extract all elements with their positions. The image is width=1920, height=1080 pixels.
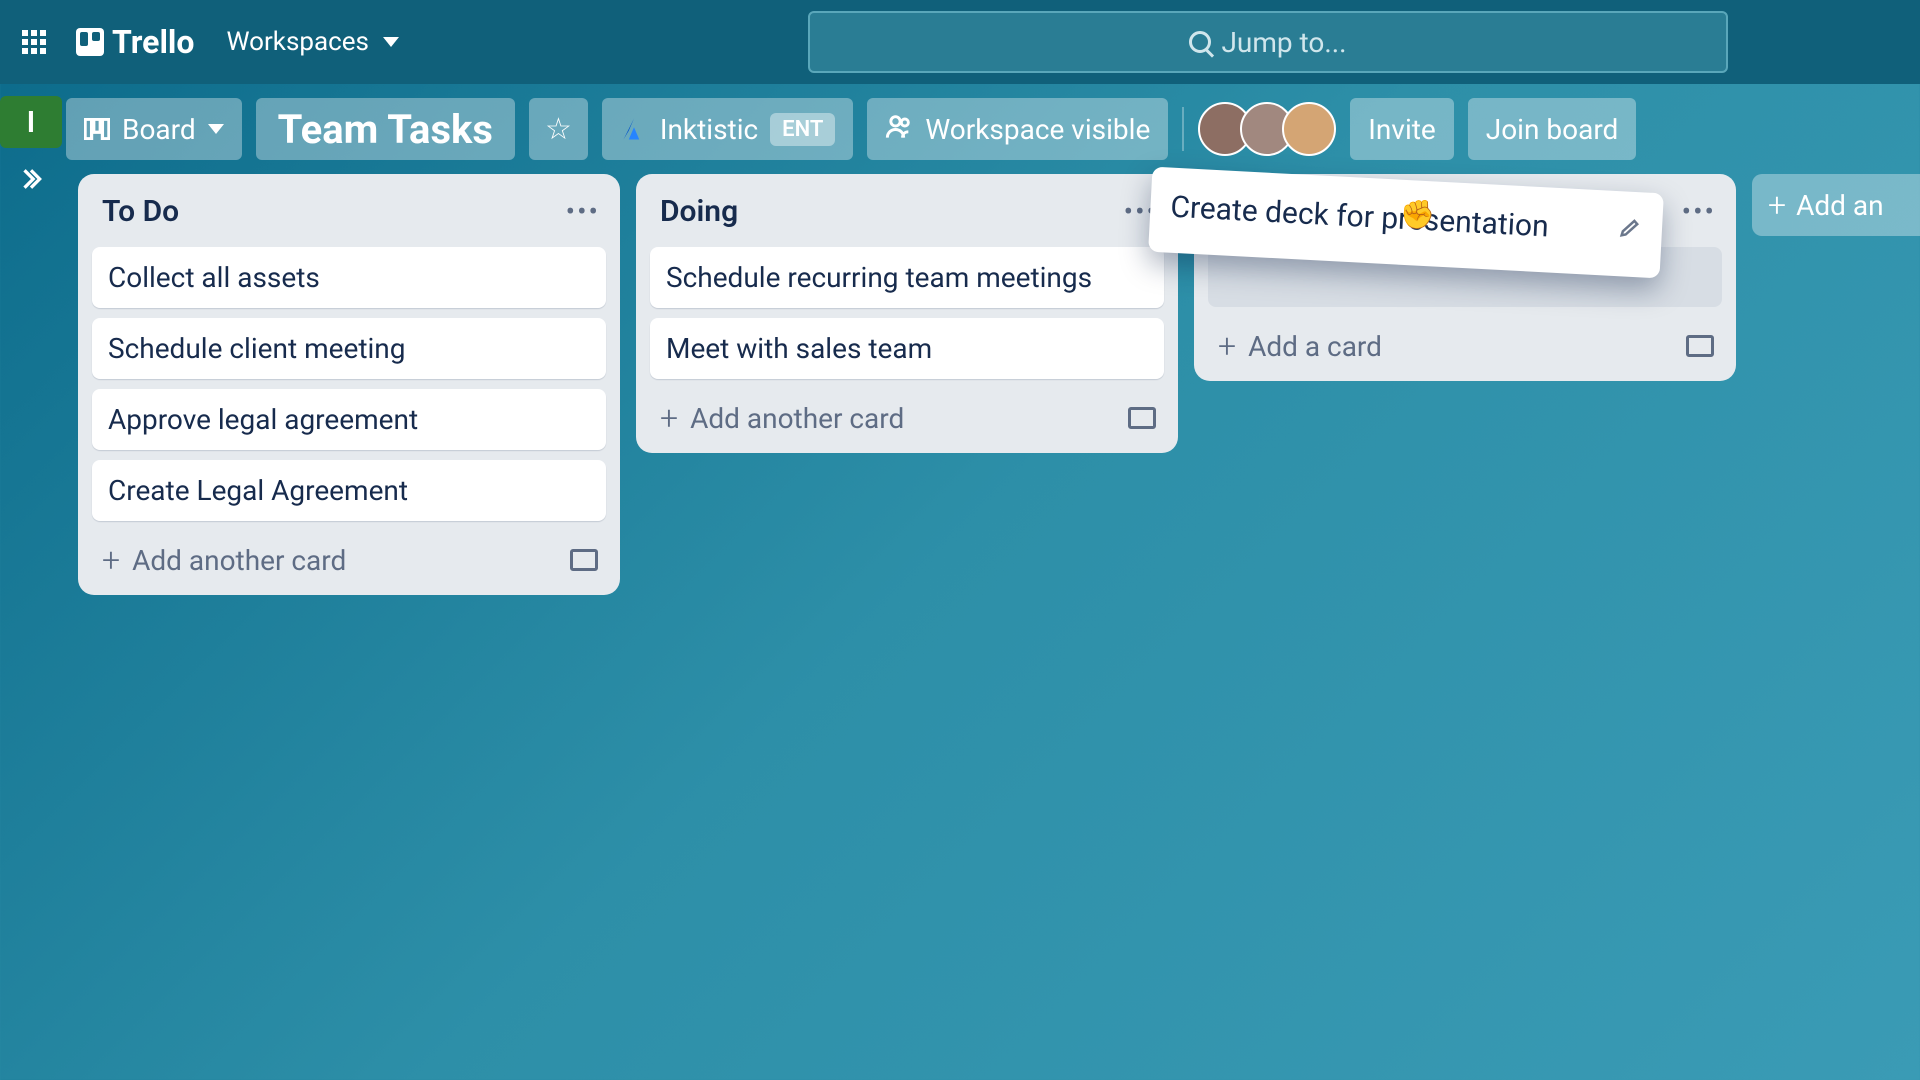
card-template-button[interactable] xyxy=(570,549,598,571)
org-name: Inktistic xyxy=(660,113,758,146)
add-list-button[interactable]: + Add an xyxy=(1752,174,1920,236)
list-menu-button[interactable]: ••• xyxy=(566,195,600,228)
list-header: To Do ••• xyxy=(92,190,606,237)
chevron-down-icon xyxy=(208,124,224,134)
workspaces-label: Workspaces xyxy=(226,27,368,57)
search-placeholder: Jump to... xyxy=(1221,26,1346,59)
list-menu-button[interactable]: ••• xyxy=(1682,195,1716,228)
chevron-down-icon xyxy=(383,37,399,47)
add-card-button[interactable]: + Add another card xyxy=(102,541,346,579)
board-title[interactable]: Team Tasks xyxy=(256,98,515,160)
board-header: Board Team Tasks ☆ Inktistic ENT Workspa… xyxy=(62,84,1920,174)
invite-button[interactable]: Invite xyxy=(1350,98,1453,160)
divider xyxy=(1182,107,1184,151)
add-card-row: + Add another card xyxy=(650,389,1164,439)
org-plan-badge: ENT xyxy=(770,113,835,146)
board-icon xyxy=(84,118,110,140)
logo[interactable]: Trello xyxy=(76,23,194,61)
list-title[interactable]: To Do xyxy=(102,194,179,229)
card[interactable]: Meet with sales team xyxy=(650,318,1164,379)
board-members[interactable] xyxy=(1198,102,1336,156)
add-card-row: + Add a card xyxy=(1208,317,1722,367)
card[interactable]: Schedule recurring team meetings xyxy=(650,247,1164,308)
join-board-button[interactable]: Join board xyxy=(1468,98,1637,160)
list-title[interactable]: Doing xyxy=(660,194,738,229)
left-rail: I xyxy=(0,84,62,199)
logo-text: Trello xyxy=(112,23,194,61)
add-card-button[interactable]: + Add a card xyxy=(1218,327,1382,365)
card-template-button[interactable] xyxy=(1128,407,1156,429)
search-input[interactable]: Jump to... xyxy=(808,11,1728,73)
visibility-button[interactable]: Workspace visible xyxy=(867,98,1168,160)
star-icon: ☆ xyxy=(545,112,572,147)
chevron-double-right-icon xyxy=(18,166,44,192)
plus-icon: + xyxy=(1218,327,1236,365)
workspace-switcher[interactable]: I xyxy=(0,96,62,148)
card-template-button[interactable] xyxy=(1686,335,1714,357)
apps-button[interactable] xyxy=(12,20,56,64)
card[interactable]: Create Legal Agreement xyxy=(92,460,606,521)
atlassian-icon xyxy=(620,115,648,143)
search-icon xyxy=(1189,31,1211,53)
visibility-label: Workspace visible xyxy=(925,113,1150,146)
board-area: To Do ••• Collect all assets Schedule cl… xyxy=(62,174,1920,595)
plus-icon: + xyxy=(1768,186,1786,224)
workspaces-dropdown[interactable]: Workspaces xyxy=(214,19,410,65)
pencil-icon xyxy=(1617,215,1643,247)
plus-icon: + xyxy=(102,541,120,579)
avatar[interactable] xyxy=(1282,102,1336,156)
board-view-label: Board xyxy=(122,113,196,146)
add-card-button[interactable]: + Add another card xyxy=(660,399,904,437)
plus-icon: + xyxy=(660,399,678,437)
workspace-initial: I xyxy=(27,105,36,140)
board-view-switcher[interactable]: Board xyxy=(66,98,242,160)
expand-sidebar-button[interactable] xyxy=(18,166,44,199)
add-card-row: + Add another card xyxy=(92,531,606,581)
card[interactable]: Approve legal agreement xyxy=(92,389,606,450)
trello-icon xyxy=(76,28,104,56)
list-doing: Doing ••• Schedule recurring team meetin… xyxy=(636,174,1178,453)
apps-icon xyxy=(22,30,46,54)
star-button[interactable]: ☆ xyxy=(529,98,588,160)
top-nav: Trello Workspaces Jump to... xyxy=(0,0,1920,84)
board-row: I Board Team Tasks ☆ Inktistic ENT xyxy=(0,84,1920,595)
dragging-card-text: Create deck for presentation xyxy=(1170,190,1550,245)
card[interactable]: Schedule client meeting xyxy=(92,318,606,379)
org-button[interactable]: Inktistic ENT xyxy=(602,98,854,160)
list-todo: To Do ••• Collect all assets Schedule cl… xyxy=(78,174,620,595)
card[interactable]: Collect all assets xyxy=(92,247,606,308)
people-icon xyxy=(885,112,913,147)
list-header: Doing ••• xyxy=(650,190,1164,237)
